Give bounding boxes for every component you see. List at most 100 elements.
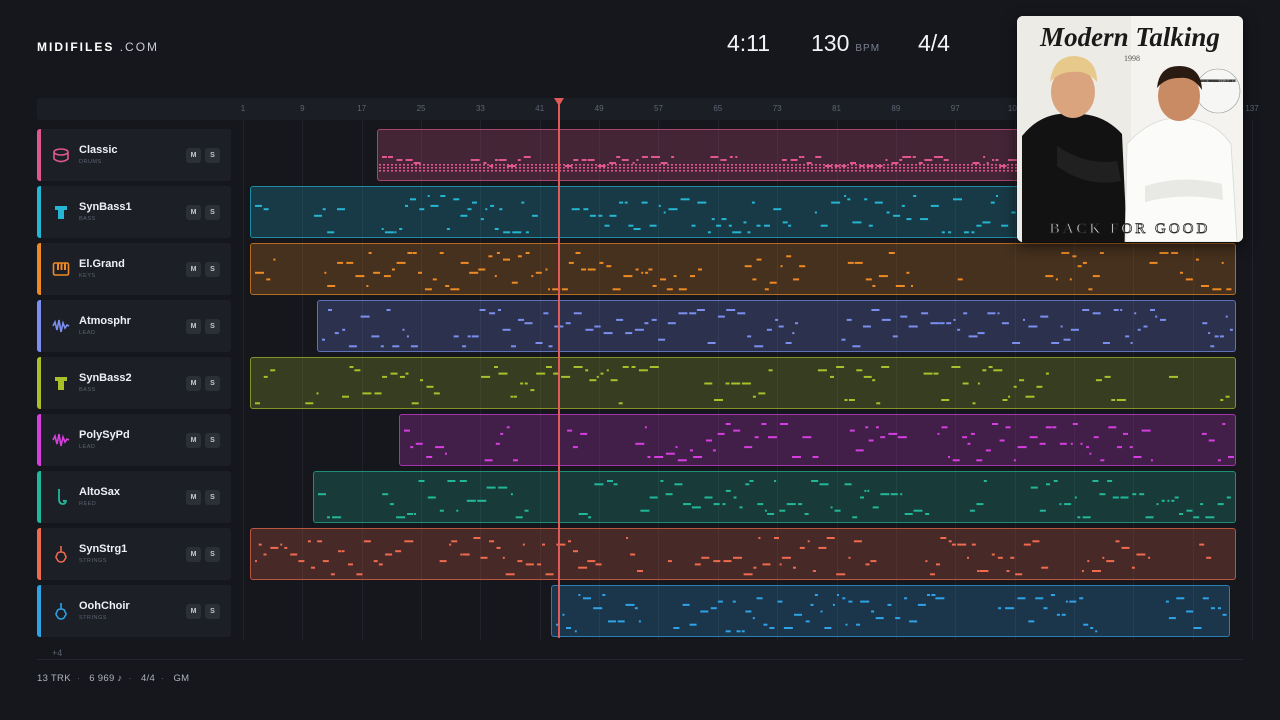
drum-hit (462, 167, 465, 169)
solo-button[interactable]: S (205, 604, 220, 619)
drum-hit (798, 164, 801, 166)
mute-button[interactable]: M (186, 433, 201, 448)
drum-hit (918, 170, 921, 172)
track-polysypd[interactable]: PolySyPd LEAD M S (37, 414, 231, 466)
track-name: OohChoir (79, 600, 130, 612)
solo-button[interactable]: S (205, 205, 220, 220)
track-color-bar (37, 243, 41, 295)
drum-hit (398, 170, 401, 172)
track-category: STRINGS (79, 615, 107, 621)
midi-note (709, 156, 718, 158)
mute-button[interactable]: M (186, 262, 201, 277)
drum-hit (386, 164, 389, 166)
solo-button[interactable]: S (205, 262, 220, 277)
track-name: Classic (79, 144, 118, 156)
midi-region[interactable] (398, 414, 1236, 466)
midi-note (613, 288, 622, 291)
mute-button[interactable]: M (186, 205, 201, 220)
midi-note (434, 392, 441, 395)
solo-button[interactable]: S (205, 376, 220, 391)
drum-hit (414, 170, 417, 172)
midi-note (764, 224, 771, 227)
album-cover: Modern Talking 1998 INCL. RAP VERSIONS O… (1017, 16, 1243, 242)
midi-note (666, 493, 674, 496)
midi-region[interactable] (550, 585, 1230, 637)
solo-button[interactable]: S (205, 148, 220, 163)
playhead-line[interactable] (558, 104, 560, 638)
mute-button[interactable]: M (186, 376, 201, 391)
track-synbass2[interactable]: SynBass2 BASS M S (37, 357, 231, 409)
midi-note (526, 563, 535, 566)
drum-hit (658, 164, 661, 166)
midi-note (327, 285, 336, 287)
drum-hit (970, 167, 973, 169)
solo-button[interactable]: S (205, 490, 220, 505)
drum-hit (610, 170, 613, 172)
midi-note (1132, 566, 1136, 569)
track-atmosphr[interactable]: Atmosphr LEAD M S (37, 300, 231, 352)
duration-display: 4:11 (727, 30, 771, 56)
brand-suffix: .COM (119, 40, 160, 54)
drum-hit (442, 170, 445, 172)
drum-hit (642, 170, 645, 172)
drum-hit (638, 164, 641, 166)
track-classic[interactable]: Classic DRUMS M S (37, 129, 231, 181)
midi-note (634, 607, 638, 610)
track-oohchoir[interactable]: OohChoir STRINGS M S (37, 585, 231, 637)
midi-note (1087, 560, 1090, 563)
mute-button[interactable]: M (186, 319, 201, 334)
midi-note (566, 429, 572, 432)
drum-hit (562, 167, 565, 169)
drum-hit (446, 167, 449, 169)
ruler-mark: 9 (300, 104, 305, 113)
mute-button[interactable]: M (186, 490, 201, 505)
midi-region[interactable] (313, 471, 1236, 523)
midi-region[interactable] (250, 243, 1236, 295)
midi-note (930, 322, 940, 325)
midi-note (754, 436, 759, 439)
drum-hit (554, 164, 557, 166)
drum-hit (626, 167, 629, 169)
midi-note (681, 198, 691, 201)
mute-button[interactable]: M (186, 604, 201, 619)
midi-note (989, 366, 994, 368)
track-el-grand[interactable]: El.Grand KEYS M S (37, 243, 231, 295)
midi-note (489, 312, 496, 315)
midi-note (390, 372, 398, 375)
midi-note (542, 543, 546, 546)
midi-note (987, 312, 996, 315)
track-altosax[interactable]: AltoSax REED M S (37, 471, 231, 523)
solo-button[interactable]: S (205, 433, 220, 448)
midi-note (864, 198, 868, 201)
midi-note (660, 162, 668, 164)
midi-region[interactable] (317, 300, 1236, 352)
midi-note (1136, 553, 1146, 556)
drum-hit (982, 167, 985, 169)
midi-region[interactable] (250, 528, 1236, 580)
more-tracks-indicator[interactable]: +4 (52, 648, 62, 658)
midi-note (264, 375, 269, 378)
midi-note (1129, 446, 1133, 449)
midi-note (440, 252, 445, 254)
track-synstrg1[interactable]: SynStrg1 STRINGS M S (37, 528, 231, 580)
drum-hit (622, 170, 625, 172)
mute-button[interactable]: M (186, 148, 201, 163)
solo-button[interactable]: S (205, 547, 220, 562)
solo-button[interactable]: S (205, 319, 220, 334)
drum-hit (738, 164, 741, 166)
midi-note (650, 156, 660, 158)
midi-region[interactable] (250, 357, 1236, 409)
drum-hit (598, 167, 601, 169)
drum-hit (538, 170, 541, 172)
midi-note (774, 480, 777, 482)
track-category: LEAD (79, 444, 96, 450)
midi-note (623, 366, 630, 368)
midi-note (793, 613, 802, 616)
drum-hit (922, 167, 925, 169)
midi-note (477, 499, 487, 502)
mute-button[interactable]: M (186, 547, 201, 562)
drum-hit (618, 167, 621, 169)
track-synbass1[interactable]: SynBass1 BASS M S (37, 186, 231, 238)
brand-logo[interactable]: MIDIFILES .COM (37, 40, 159, 54)
drum-hit (642, 164, 645, 166)
